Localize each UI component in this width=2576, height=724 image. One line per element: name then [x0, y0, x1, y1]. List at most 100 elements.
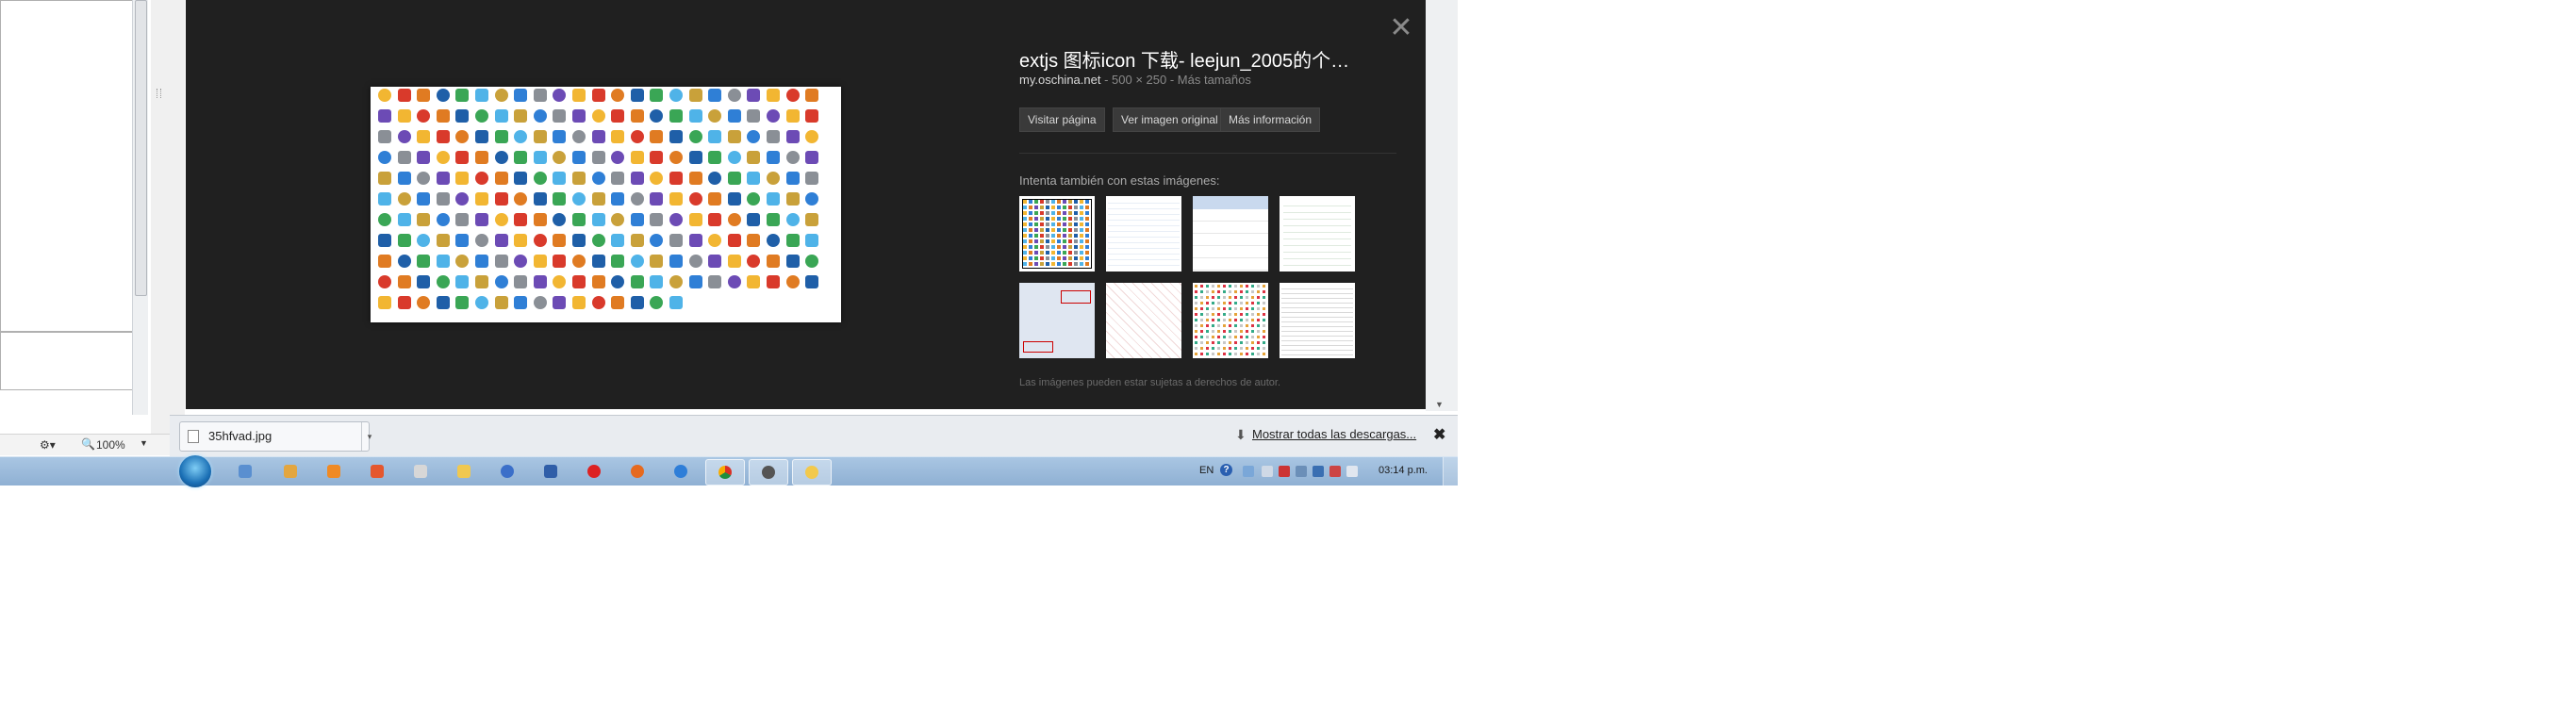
taskbar-app-firefox[interactable]	[619, 459, 656, 484]
sheet-icon	[397, 234, 411, 247]
thumb-mark	[1257, 347, 1260, 350]
icon-sheet-image	[378, 89, 834, 321]
sheet-icon	[747, 130, 761, 143]
thumb-mark	[1257, 313, 1260, 316]
more-info-button[interactable]: Más información	[1220, 107, 1321, 132]
start-button[interactable]	[179, 455, 211, 487]
related-thumb-5[interactable]	[1019, 283, 1095, 358]
thumb-mark	[1223, 319, 1226, 321]
language-indicator[interactable]: EN	[1199, 465, 1214, 476]
thumb-mark	[1240, 290, 1243, 293]
sheet-icon	[572, 234, 586, 247]
visit-page-button[interactable]: Visitar página	[1019, 107, 1105, 132]
taskbar-app-chrome[interactable]	[705, 459, 745, 485]
thumb-mark	[1240, 296, 1243, 299]
close-icon[interactable]: ✕	[1388, 14, 1414, 42]
taskbar-app-messenger[interactable]	[792, 459, 832, 485]
related-thumb-1[interactable]	[1019, 196, 1095, 272]
image-size-meta[interactable]: - 500 × 250 - Más tamaños	[1104, 73, 1251, 87]
splitter-grip[interactable]	[157, 89, 161, 98]
sheet-icon	[611, 130, 625, 143]
sheet-icon	[378, 296, 391, 309]
clock[interactable]: 03:14 p.m.	[1379, 465, 1428, 476]
sheet-icon	[805, 151, 819, 164]
sheet-icon	[805, 192, 819, 206]
scrollbar-thumb[interactable]	[135, 0, 147, 296]
taskbar-app-media-player[interactable]	[315, 459, 353, 484]
thumb-mark	[1206, 313, 1209, 316]
thumb-mark	[1200, 347, 1203, 350]
sheet-icon	[397, 275, 411, 288]
related-thumb-8[interactable]	[1280, 283, 1355, 358]
thumb-mark	[1195, 285, 1197, 288]
thumb-mark	[1246, 285, 1248, 288]
taskbar-app-explorer[interactable]	[445, 459, 483, 484]
related-thumb-6[interactable]	[1106, 283, 1181, 358]
thumb-mark	[1195, 302, 1197, 304]
thumb-mark	[1217, 336, 1220, 338]
sheet-icon	[455, 234, 470, 247]
sheet-icon	[630, 255, 644, 268]
sheet-icon	[572, 89, 586, 102]
help-icon[interactable]: ?	[1220, 464, 1232, 476]
network-arrows-icon[interactable]	[1243, 466, 1254, 477]
page-scrollbar[interactable]: ▼	[1426, 0, 1458, 411]
window-splitter[interactable]	[151, 0, 185, 434]
scroll-down-icon[interactable]: ▼	[1435, 400, 1444, 409]
selected-outline	[1019, 196, 1095, 272]
download-menu-icon[interactable]: ▾	[361, 422, 377, 451]
sheet-icon	[630, 151, 644, 164]
close-downloads-bar-icon[interactable]: ✖	[1433, 425, 1445, 444]
image-title[interactable]: extjs 图标icon 下载- leejun_2005的个…	[1019, 45, 1396, 73]
taskbar-app-internet-explorer[interactable]	[662, 459, 700, 484]
taskbar-app-settings[interactable]	[402, 459, 439, 484]
thumb-mark	[1212, 302, 1214, 304]
zoom-level[interactable]: 100%	[96, 438, 125, 452]
sheet-icon	[611, 89, 625, 102]
action-center-icon[interactable]	[1329, 466, 1341, 477]
sheet-icon	[553, 172, 567, 185]
related-thumb-7[interactable]	[1193, 283, 1268, 358]
sheet-icon	[533, 255, 547, 268]
related-thumb-4[interactable]	[1280, 196, 1355, 272]
usb-icon[interactable]	[1296, 466, 1307, 477]
thumb-mark	[1246, 307, 1248, 310]
sheet-icon	[514, 275, 528, 288]
firefox-icon	[631, 465, 644, 478]
sheet-icon	[494, 234, 508, 247]
image-preview[interactable]	[371, 87, 841, 322]
taskbar-app-paint[interactable]	[272, 459, 309, 484]
camera-icon	[762, 466, 775, 479]
view-original-button[interactable]: Ver imagen original	[1113, 107, 1227, 132]
thumb-mark	[1206, 307, 1209, 310]
left-panel-scrollbar[interactable]	[132, 0, 148, 415]
taskbar-app-alert[interactable]	[575, 459, 613, 484]
show-all-downloads-link[interactable]: Mostrar todas las descargas...	[1252, 427, 1416, 441]
download-file-name[interactable]: 35hfvad.jpg	[208, 429, 272, 443]
download-item[interactable]: 35hfvad.jpg ▾	[179, 421, 372, 452]
sheet-icon	[417, 234, 431, 247]
paint-icon	[284, 465, 297, 478]
source-domain[interactable]: my.oschina.net	[1019, 73, 1100, 87]
display-icon[interactable]	[1313, 466, 1324, 477]
sheet-icon	[514, 109, 528, 123]
thumb-mark	[1212, 319, 1214, 321]
sheet-icon	[611, 234, 625, 247]
related-thumb-3[interactable]	[1193, 196, 1268, 272]
show-desktop-button[interactable]	[1443, 457, 1459, 485]
taskbar-app-ccleaner[interactable]	[358, 459, 396, 484]
sheet-icon	[669, 275, 683, 288]
thumb-mark	[1251, 341, 1254, 344]
security-icon[interactable]: ⚙▾	[40, 438, 56, 452]
sheet-icon	[747, 192, 761, 206]
show-hidden-icons-icon[interactable]	[1262, 466, 1273, 477]
taskbar-app-capture[interactable]	[749, 459, 788, 485]
volume-icon[interactable]	[1346, 466, 1358, 477]
thumb-mark	[1251, 296, 1254, 299]
taskbar-app-photo-viewer[interactable]	[226, 459, 264, 484]
taskbar-app-globe[interactable]	[488, 459, 526, 484]
zoom-dropdown-icon[interactable]: ▼	[140, 438, 148, 448]
related-thumb-2[interactable]	[1106, 196, 1181, 272]
antivirus-icon[interactable]	[1279, 466, 1290, 477]
taskbar-app-shield[interactable]	[532, 459, 570, 484]
